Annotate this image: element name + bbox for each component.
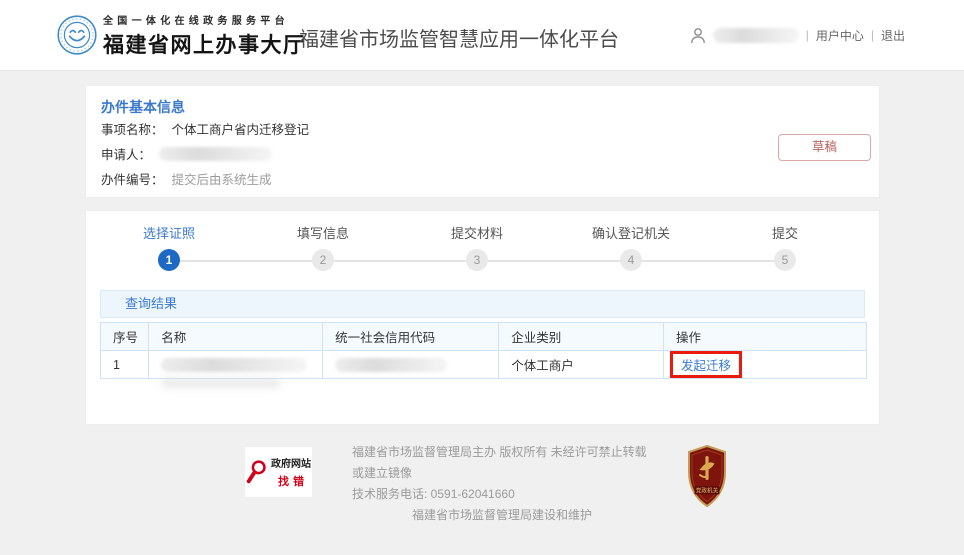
- redacted-applicant-name: [159, 147, 272, 161]
- redaction-smudge: [161, 378, 281, 388]
- step-label: 确认登记机关: [592, 223, 670, 242]
- case-number-value: 提交后由系统生成: [172, 169, 272, 188]
- step-circle: 4: [620, 249, 642, 271]
- case-info-card: 办件基本信息 事项名称： 个体工商户省内迁移登记 申请人： 办件编号： 提交后由…: [85, 85, 880, 198]
- col-header-action: 操作: [663, 323, 866, 351]
- step-item-1: 选择证照 1: [143, 223, 195, 271]
- query-results-title: 查询结果: [125, 296, 177, 311]
- start-migration-link[interactable]: 发起迁移: [681, 359, 731, 373]
- copyright-line-1: 福建省市场监督管理局主办 版权所有 未经许可禁止转载或建立镜像: [352, 442, 652, 484]
- applicant-row: 申请人：: [101, 144, 272, 163]
- redacted-entity-name: [161, 358, 307, 372]
- step-item-5: 提交 5: [772, 223, 798, 271]
- item-name-row: 事项名称： 个体工商户省内迁移登记: [101, 119, 309, 138]
- step-item-4: 确认登记机关 4: [592, 223, 670, 271]
- footer-copyright: 福建省市场监督管理局主办 版权所有 未经许可禁止转载或建立镜像 技术服务电话: …: [352, 442, 652, 526]
- divider: |: [871, 28, 874, 42]
- col-header-index: 序号: [101, 323, 149, 351]
- step-item-2: 填写信息 2: [297, 223, 349, 271]
- redacted-credit-code: [335, 358, 447, 372]
- step-label: 填写信息: [297, 223, 349, 242]
- smiley-seal-logo-icon: [57, 15, 97, 55]
- table-row: 1 个体工商户 发起迁移: [101, 351, 867, 379]
- step-circle: 5: [774, 249, 796, 271]
- user-area: | 用户中心 | 退出: [690, 24, 905, 46]
- item-name-value: 个体工商户省内迁移登记: [172, 119, 310, 138]
- gov-agency-shield-badge[interactable]: 党政机关: [686, 445, 728, 508]
- step-circle: 1: [158, 249, 180, 271]
- copyright-line-3: 福建省市场监督管理局建设和维护: [352, 505, 652, 526]
- step-circle: 2: [312, 249, 334, 271]
- step-item-3: 提交材料 3: [451, 223, 503, 271]
- cell-action: 发起迁移: [663, 351, 866, 379]
- portal-logo-text: 全国一体化在线政务服务平台 福建省网上办事大厅: [103, 12, 306, 59]
- col-header-category: 企业类别: [499, 323, 664, 351]
- col-header-credit-code: 统一社会信用代码: [323, 323, 499, 351]
- applicant-label: 申请人：: [101, 144, 151, 163]
- table-header-row: 序号 名称 统一社会信用代码 企业类别 操作: [101, 323, 867, 351]
- cell-category: 个体工商户: [499, 351, 664, 379]
- step-label: 提交: [772, 223, 798, 242]
- cell-index: 1: [101, 351, 149, 379]
- draft-button[interactable]: 草稿: [778, 134, 871, 161]
- item-name-label: 事项名称：: [101, 119, 164, 138]
- case-number-row: 办件编号： 提交后由系统生成: [101, 169, 272, 188]
- case-info-title: 办件基本信息: [101, 97, 185, 117]
- magnifier-icon: [246, 457, 268, 487]
- step-circle: 3: [466, 249, 488, 271]
- header: 全国一体化在线政务服务平台 福建省网上办事大厅 福建省市场监管智慧应用一体化平台…: [0, 0, 964, 71]
- results-table: 序号 名称 统一社会信用代码 企业类别 操作 1 个体工商户 发起迁移: [100, 322, 867, 379]
- cell-name: [149, 351, 323, 379]
- page: 全国一体化在线政务服务平台 福建省网上办事大厅 福建省市场监管智慧应用一体化平台…: [0, 0, 964, 555]
- portal-logo-title: 福建省网上办事大厅: [103, 29, 306, 59]
- gov-site-label: 政府网站: [271, 455, 311, 470]
- logout-link[interactable]: 退出: [881, 27, 905, 44]
- cell-credit-code: [323, 351, 499, 379]
- divider: |: [806, 28, 809, 42]
- user-center-link[interactable]: 用户中心: [816, 27, 864, 44]
- gov-site-error-report-logo[interactable]: 政府网站 找错: [245, 447, 312, 497]
- find-error-label: 找错: [274, 473, 308, 489]
- gov-site-error-report-text: 政府网站 找错: [271, 455, 311, 489]
- step-progress-bar: 选择证照 1 填写信息 2 提交材料 3 确认登记机关 4 提交 5: [169, 223, 785, 287]
- results-card: 选择证照 1 填写信息 2 提交材料 3 确认登记机关 4 提交 5 查询结果: [85, 210, 880, 425]
- case-number-label: 办件编号：: [101, 169, 164, 188]
- copyright-line-2: 技术服务电话: 0591-62041660: [352, 484, 652, 505]
- step-label: 提交材料: [451, 223, 503, 242]
- page-title: 福建省市场监管智慧应用一体化平台: [299, 23, 619, 52]
- step-label: 选择证照: [143, 223, 195, 242]
- redacted-username: [713, 28, 799, 43]
- badge-text: 党政机关: [696, 486, 719, 494]
- col-header-name: 名称: [149, 323, 323, 351]
- highlight-box: 发起迁移: [670, 351, 742, 378]
- query-results-section-header: 查询结果: [100, 290, 865, 318]
- portal-logo-subtitle: 全国一体化在线政务服务平台: [103, 12, 306, 27]
- user-icon: [690, 27, 706, 44]
